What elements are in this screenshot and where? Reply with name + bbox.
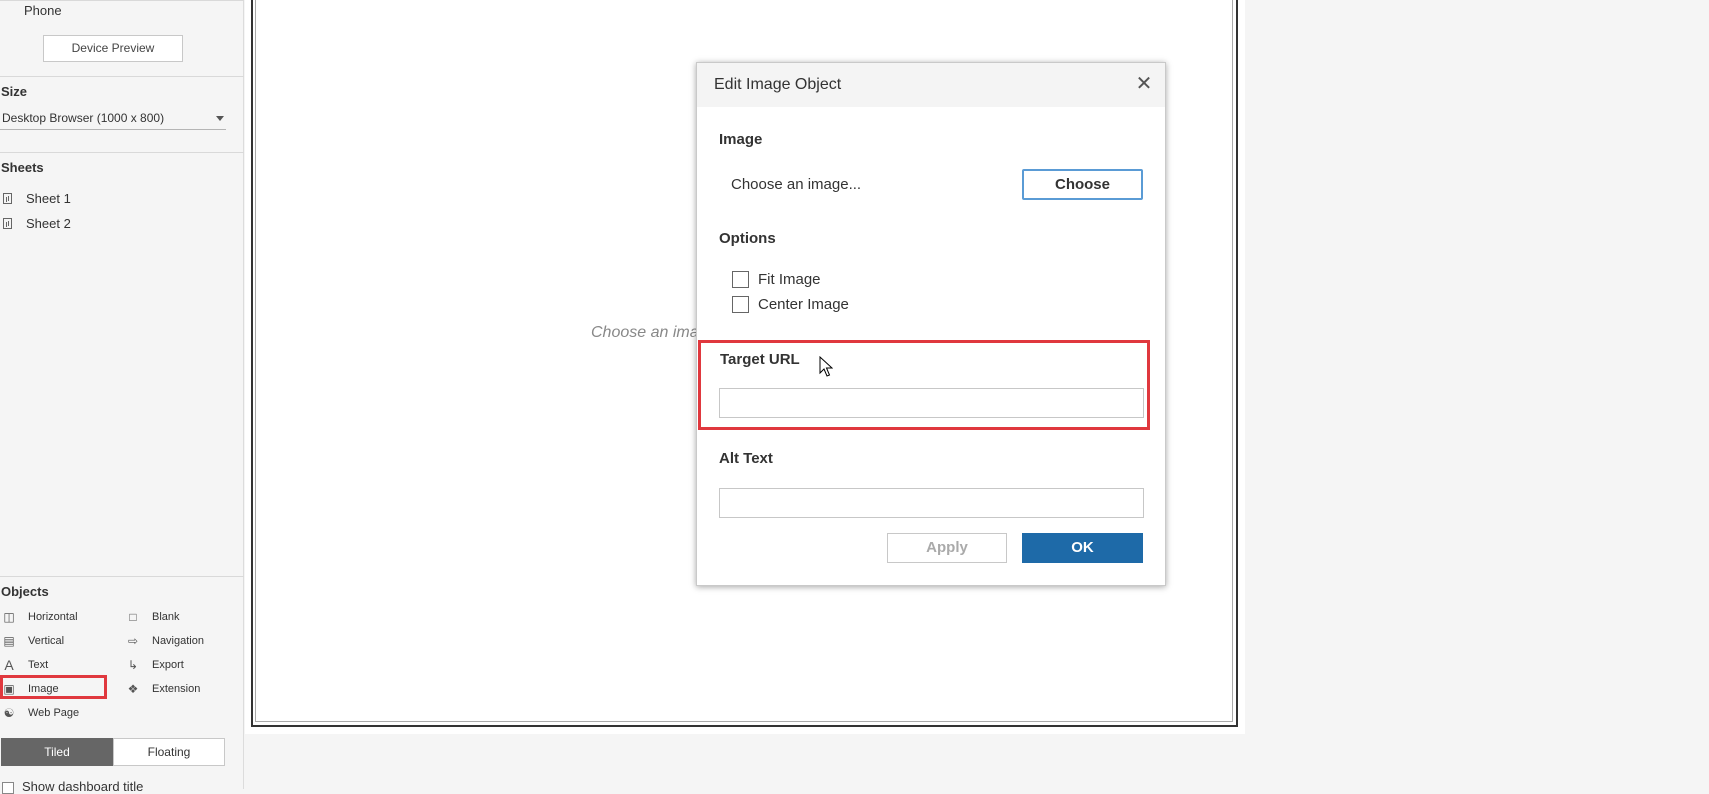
- text-icon: A: [4, 657, 14, 673]
- worksheet-icon: [3, 218, 12, 229]
- device-preview-button[interactable]: Device Preview: [43, 35, 183, 62]
- edit-image-object-dialog: Edit Image Object ✕ Image Choose an imag…: [696, 62, 1166, 586]
- size-section-title: Size: [1, 84, 28, 99]
- worksheet-icon: [3, 193, 12, 204]
- phone-label[interactable]: Phone: [24, 3, 62, 18]
- dialog-title: Edit Image Object: [714, 76, 842, 93]
- choose-button[interactable]: Choose: [1022, 169, 1143, 200]
- divider: [0, 0, 244, 1]
- objects-section-title: Objects: [1, 584, 49, 599]
- export-icon: ↳: [127, 658, 139, 672]
- object-export[interactable]: ↳ Export: [126, 655, 236, 675]
- horizontal-container-icon: ◫: [3, 610, 15, 624]
- image-object-highlight: [0, 675, 107, 699]
- object-web-page[interactable]: ☯ Web Page: [2, 703, 112, 723]
- extension-icon: ❖: [127, 682, 139, 696]
- alt-text-label: Alt Text: [719, 450, 773, 467]
- options-section-label: Options: [719, 230, 776, 247]
- object-label: Vertical: [28, 635, 65, 647]
- apply-button[interactable]: Apply: [887, 533, 1007, 563]
- floating-toggle[interactable]: Floating: [113, 738, 225, 766]
- sheet-item[interactable]: Sheet 2: [0, 214, 200, 234]
- show-title-checkbox[interactable]: [2, 782, 14, 794]
- dashboard-sidebar: Phone Device Preview Size Desktop Browse…: [0, 0, 244, 794]
- globe-icon: ☯: [3, 706, 15, 720]
- target-url-highlight: [698, 340, 1150, 430]
- fit-image-label: Fit Image: [758, 271, 821, 288]
- dialog-header: Edit Image Object ✕: [697, 63, 1165, 107]
- show-title-label: Show dashboard title: [22, 779, 144, 794]
- divider: [0, 576, 244, 577]
- object-blank[interactable]: □ Blank: [126, 607, 236, 627]
- size-value: Desktop Browser (1000 x 800): [2, 111, 165, 125]
- object-label: Blank: [152, 611, 180, 623]
- sheets-section-title: Sheets: [1, 160, 44, 175]
- chevron-down-icon: [216, 116, 224, 121]
- object-text[interactable]: A Text: [2, 655, 112, 675]
- close-icon[interactable]: ✕: [1133, 73, 1155, 95]
- object-label: Extension: [152, 683, 201, 695]
- object-navigation[interactable]: ⇨ Navigation: [126, 631, 236, 651]
- divider: [0, 152, 244, 153]
- center-image-checkbox[interactable]: [732, 296, 749, 313]
- object-extension[interactable]: ❖ Extension: [126, 679, 236, 699]
- ok-button[interactable]: OK: [1022, 533, 1143, 563]
- divider: [0, 76, 244, 77]
- fit-image-checkbox[interactable]: [732, 271, 749, 288]
- alt-text-input[interactable]: [719, 488, 1144, 518]
- object-horizontal[interactable]: ◫ Horizontal: [2, 607, 112, 627]
- mouse-cursor-icon: [819, 356, 833, 377]
- object-vertical[interactable]: ▤ Vertical: [2, 631, 112, 651]
- object-label: Text: [28, 659, 49, 671]
- tiled-toggle[interactable]: Tiled: [1, 738, 113, 766]
- object-label: Export: [152, 659, 184, 671]
- sheet-label: Sheet 1: [26, 191, 71, 206]
- object-label: Web Page: [28, 707, 80, 719]
- object-label: Horizontal: [28, 611, 78, 623]
- image-section-label: Image: [719, 131, 763, 148]
- sheet-item[interactable]: Sheet 1: [0, 189, 200, 209]
- size-dropdown[interactable]: Desktop Browser (1000 x 800): [0, 108, 226, 130]
- sheet-label: Sheet 2: [26, 216, 71, 231]
- blank-icon: □: [129, 610, 137, 624]
- choose-image-prompt: Choose an image...: [731, 176, 862, 193]
- navigation-icon: ⇨: [127, 634, 139, 648]
- object-label: Navigation: [152, 635, 204, 647]
- vertical-container-icon: ▤: [3, 634, 15, 648]
- center-image-label: Center Image: [758, 296, 849, 313]
